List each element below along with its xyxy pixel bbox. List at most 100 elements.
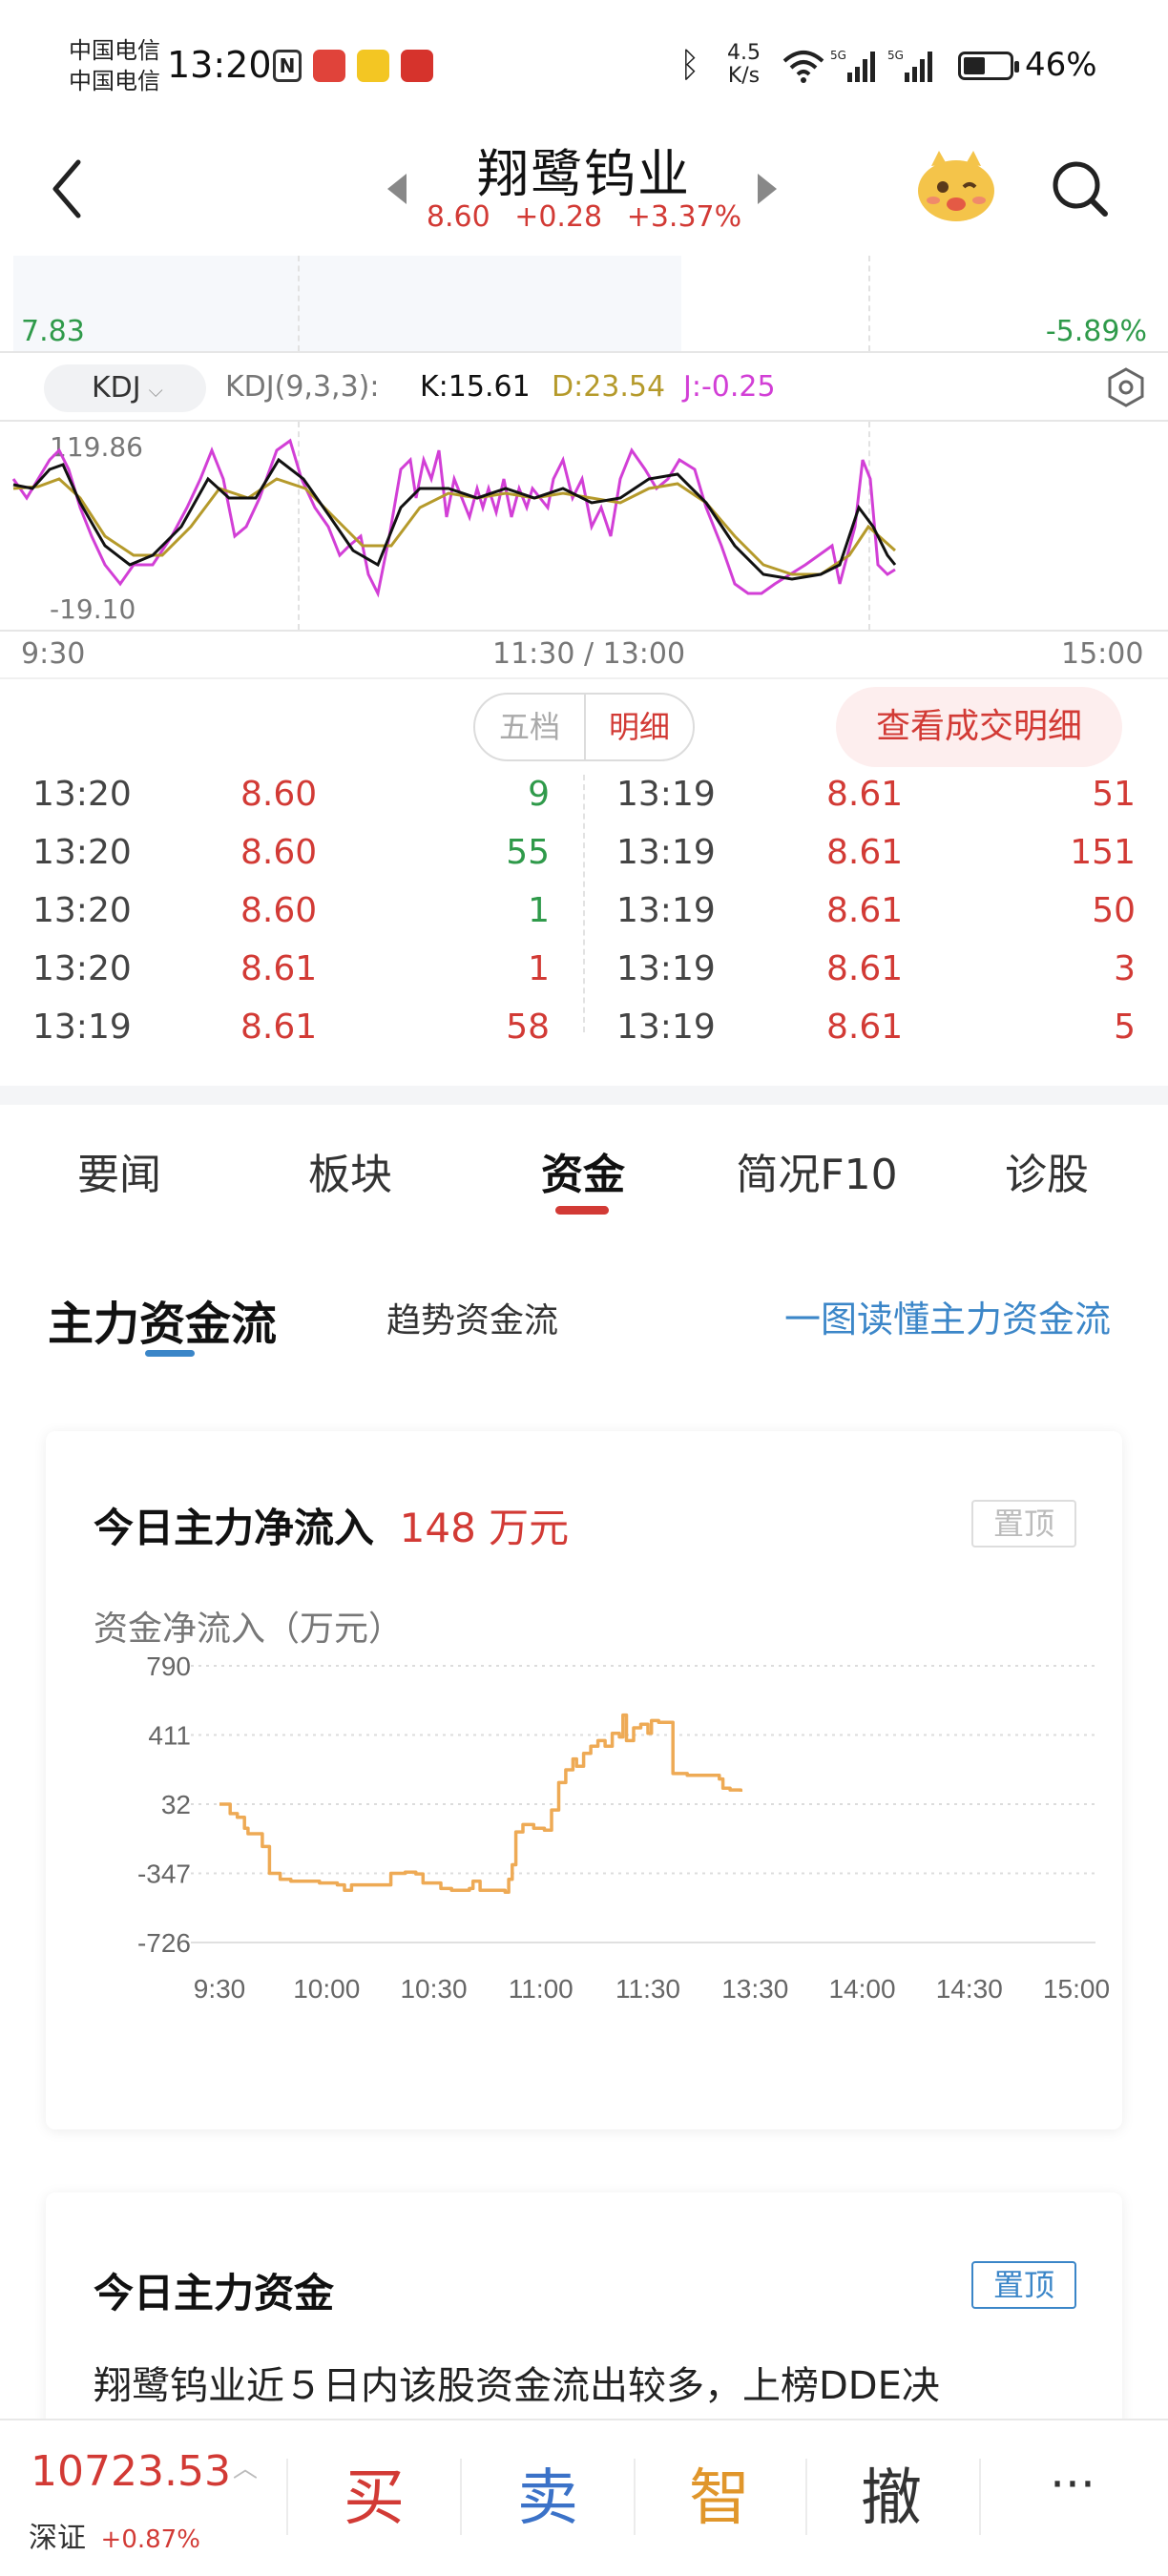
stock-header: 翔鹭钨业 8.60 +0.28 +3.37% xyxy=(0,124,1168,248)
svg-text:5G: 5G xyxy=(830,49,846,62)
tab-capital[interactable]: 资金 xyxy=(531,1140,636,1201)
subtab-trend-flow[interactable]: 趋势资金流 xyxy=(386,1293,558,1342)
net-speed: 4.5 K/s xyxy=(727,41,761,88)
main-inflow-card: 今日主力净流入 148 万元 置顶 资金净流入（万元） 790 411 32 -347… xyxy=(46,1431,1122,2129)
wifi-icon xyxy=(782,51,824,83)
section-divider xyxy=(0,1086,1168,1105)
x-tick-label: 11:00 xyxy=(509,1974,574,2004)
trade-volume: 58 xyxy=(506,1008,550,1047)
price-low-label: 7.83 xyxy=(21,315,85,348)
index-value[interactable]: 10723.53 xyxy=(31,2447,231,2496)
trade-volume: 55 xyxy=(506,833,550,872)
buy-button[interactable]: 买 xyxy=(326,2449,422,2537)
tab-five-level[interactable]: 五档 xyxy=(475,695,584,759)
pin-button[interactable]: 置顶 xyxy=(971,1500,1076,1548)
trade-time: 13:19 xyxy=(616,775,716,814)
tab-diagnosis[interactable]: 诊股 xyxy=(994,1140,1099,1201)
trade-time: 13:19 xyxy=(616,891,716,930)
y-tick-label: -347 xyxy=(137,1859,191,1889)
kdj-j-value: J:-0.25 xyxy=(683,370,776,404)
smart-button[interactable]: 智 xyxy=(672,2449,767,2537)
trade-price: 8.60 xyxy=(240,891,318,930)
trade-price: 8.61 xyxy=(826,775,904,814)
trade-price: 8.61 xyxy=(826,891,904,930)
nfc-icon: N xyxy=(273,50,302,82)
x-tick-label: 14:00 xyxy=(828,1974,895,2004)
battery-percent: 46% xyxy=(1025,46,1097,84)
kdj-time-start: 9:30 xyxy=(21,637,86,671)
tab-news[interactable]: 要闻 xyxy=(67,1140,172,1201)
kdj-d-value: D:23.54 xyxy=(552,370,666,404)
active-tab-indicator xyxy=(555,1206,609,1215)
status-time: 13:20 xyxy=(167,44,272,86)
trade-volume: 9 xyxy=(528,775,550,814)
trade-time: 13:19 xyxy=(616,833,716,872)
kdj-time-mid: 11:30 / 13:00 xyxy=(492,637,686,671)
stock-change: +0.28 xyxy=(514,200,603,234)
trade-time: 13:20 xyxy=(32,949,132,988)
chevron-up-icon[interactable]: ︿ xyxy=(233,2449,258,2484)
trade-price: 8.60 xyxy=(240,833,318,872)
bluetooth-icon: ᛒ xyxy=(679,46,700,85)
app-notification-icon xyxy=(357,50,389,82)
trade-time: 13:19 xyxy=(32,1008,132,1047)
index-name: 深证 +0.87% xyxy=(29,2522,200,2555)
pin-button[interactable]: 置顶 xyxy=(971,2261,1076,2309)
trade-time: 13:20 xyxy=(32,891,132,930)
indicator-bar: KDJ ⌵ KDJ(9,3,3): K:15.61 D:23.54 J:-0.25 xyxy=(0,353,1168,420)
price-chart-area xyxy=(13,256,681,351)
cancel-order-button[interactable]: 撤 xyxy=(844,2449,939,2537)
kdj-k-value: K:15.61 xyxy=(420,370,531,404)
trade-price: 8.61 xyxy=(826,949,904,988)
bottom-trade-bar: 10723.53 ︿ 深证 +0.87% 买 卖 智 撤 ··· xyxy=(0,2419,1168,2576)
carrier-label: 中国电信 xyxy=(69,68,160,94)
y-tick-label: 790 xyxy=(146,1652,191,1681)
tab-trade-detail[interactable]: 明细 xyxy=(586,695,693,759)
trade-price: 8.61 xyxy=(826,1008,904,1047)
settings-icon[interactable] xyxy=(1105,366,1147,408)
status-bar: 中国电信 中国电信 13:20 N ᛒ 4.5 K/s 5G 5G 46% xyxy=(0,0,1168,134)
y-tick-label: -726 xyxy=(137,1928,191,1958)
tab-sector[interactable]: 板块 xyxy=(298,1140,403,1201)
trade-time: 13:19 xyxy=(616,1008,716,1047)
subtab-main-flow[interactable]: 主力资金流 xyxy=(48,1286,277,1353)
kdj-params: KDJ(9,3,3): xyxy=(225,370,380,404)
app-notification-icon xyxy=(313,50,345,82)
indicator-selector[interactable]: KDJ ⌵ xyxy=(44,364,206,412)
net-inflow-line xyxy=(219,1713,743,1894)
card-title: 今日主力资金 xyxy=(94,2270,335,2316)
more-icon[interactable]: ··· xyxy=(1025,2457,1120,2512)
svg-text:5G: 5G xyxy=(887,49,904,62)
view-trade-details-button[interactable]: 查看成交明细 xyxy=(836,687,1122,767)
x-tick-label: 11:30 xyxy=(615,1974,680,2004)
chart-ylabel: 资金净流入（万元） xyxy=(94,1610,404,1649)
x-tick-label: 13:30 xyxy=(721,1974,788,2004)
trade-price: 8.61 xyxy=(240,949,318,988)
sell-button[interactable]: 卖 xyxy=(500,2449,595,2537)
x-tick-label: 10:00 xyxy=(293,1974,360,2004)
trade-volume: 5 xyxy=(1114,1008,1136,1047)
trade-time: 13:20 xyxy=(32,775,132,814)
money-flow-chart: 790 411 32 -347 -7269:30 10:00 10:30 11:00 11:30… xyxy=(137,1652,1110,2004)
trade-volume: 3 xyxy=(1114,949,1136,988)
trade-volume: 50 xyxy=(1092,891,1136,930)
trade-time: 13:19 xyxy=(616,949,716,988)
stock-change-pct: +3.37% xyxy=(626,200,742,234)
subtab-indicator xyxy=(145,1350,195,1357)
capital-summary-text: 翔鹭钨业近５日内该股资金流出较多，上榜DDE决 xyxy=(94,2364,940,2408)
signal-icon: 5G xyxy=(830,49,875,82)
x-tick-label: 14:30 xyxy=(936,1974,1003,2004)
search-icon[interactable] xyxy=(1050,158,1111,219)
mascot-icon[interactable] xyxy=(914,145,998,225)
trade-price: 8.60 xyxy=(240,775,318,814)
trade-volume: 1 xyxy=(528,891,550,930)
explain-flow-link[interactable]: 一图读懂主力资金流 xyxy=(784,1290,1111,1342)
inflow-amount: 148 万元 xyxy=(399,1505,570,1551)
chevron-down-icon: ⌵ xyxy=(148,379,163,402)
price-low-pct-label: -5.89% xyxy=(1045,315,1147,348)
trade-price: 8.61 xyxy=(240,1008,318,1047)
tab-f10[interactable]: 简况F10 xyxy=(731,1140,903,1201)
trade-volume: 1 xyxy=(528,949,550,988)
trade-price: 8.61 xyxy=(826,833,904,872)
battery-icon xyxy=(958,52,1019,80)
